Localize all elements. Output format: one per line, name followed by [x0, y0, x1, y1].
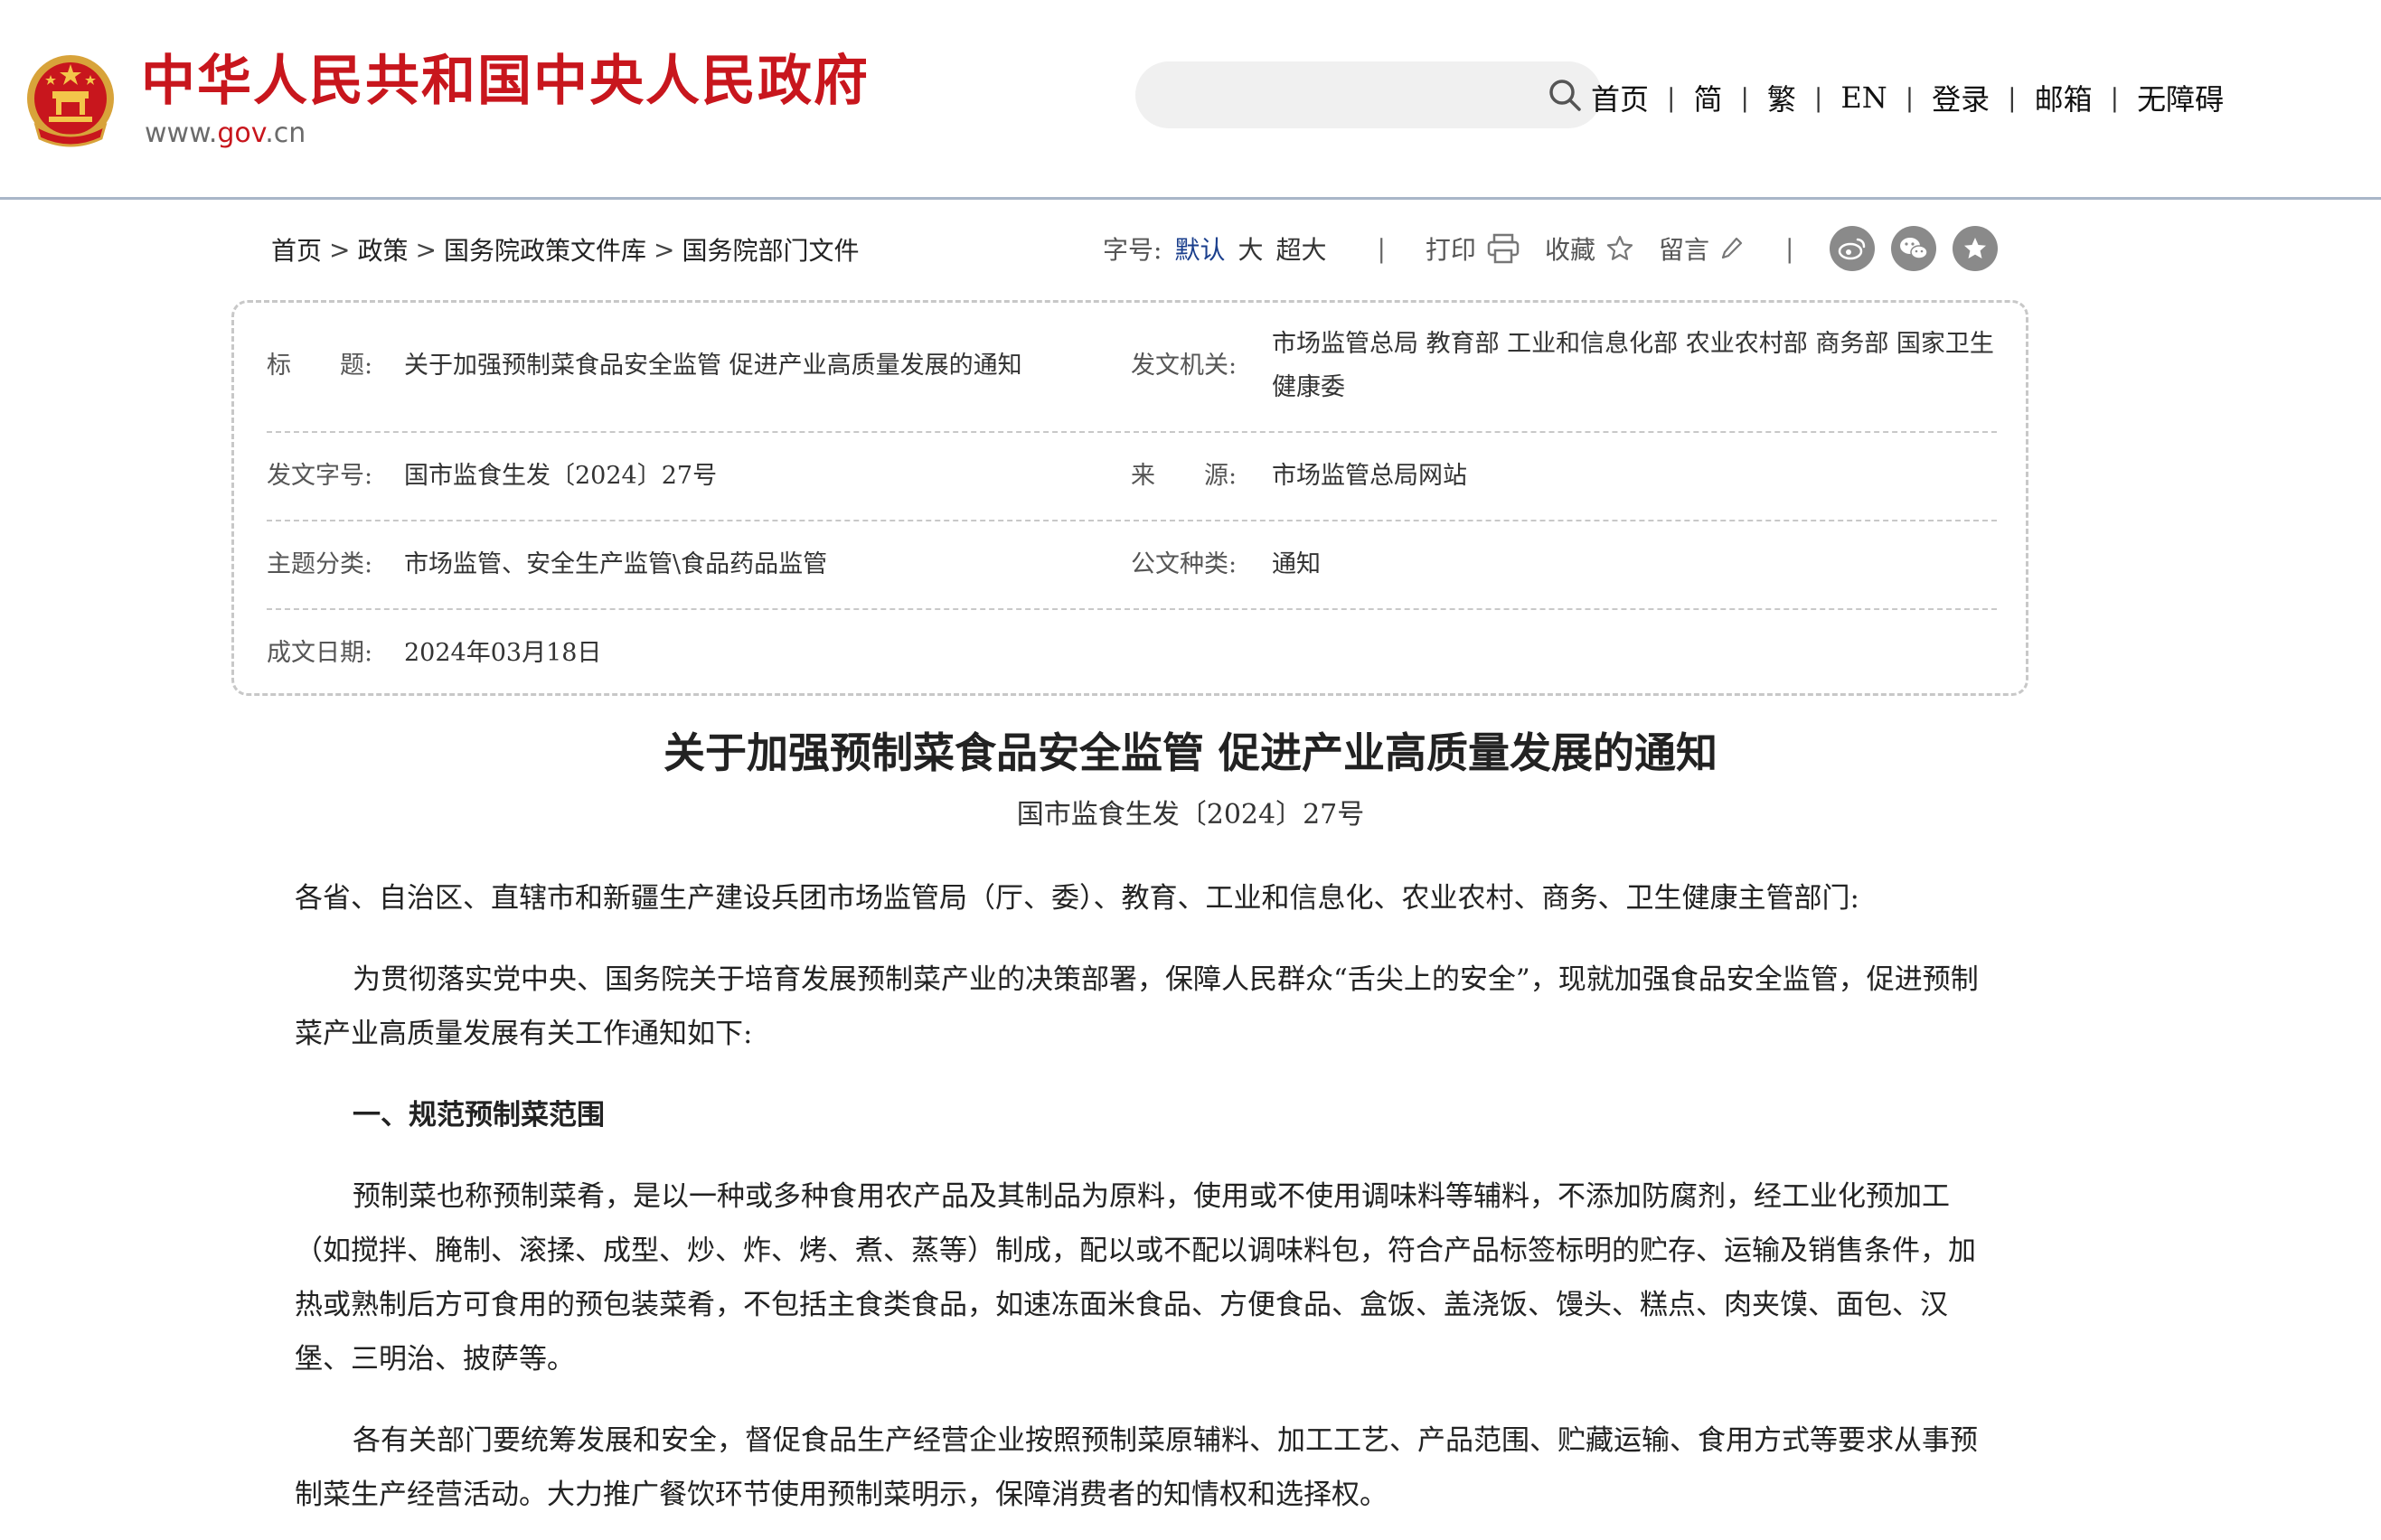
nav-accessibility[interactable]: 无障碍	[2137, 77, 2224, 118]
source-value: 市场监管总局网站	[1272, 462, 1467, 490]
comment-label: 留言	[1658, 235, 1709, 265]
national-emblem-icon[interactable]	[24, 52, 118, 151]
nav-english[interactable]: EN	[1840, 80, 1887, 115]
font-size-default[interactable]: 默认	[1174, 230, 1225, 267]
breadcrumb-separator: >	[653, 234, 675, 265]
date-value: 2024年03月18日	[404, 639, 602, 667]
issuer-value: 市场监管总局 教育部 工业和信息化部 农业农村部 商务部 国家卫生健康委	[1272, 330, 1994, 401]
font-size-large[interactable]: 大	[1238, 230, 1263, 267]
title-label: 标 题:	[267, 352, 373, 380]
breadcrumb-separator: >	[329, 234, 351, 265]
nav-separator: |	[1905, 82, 1915, 113]
wechat-icon[interactable]	[1891, 226, 1937, 271]
info-row-topic: 主题分类: 市场监管、安全生产监管\食品药品监管 公文种类: 通知	[267, 521, 1997, 610]
nav-login[interactable]: 登录	[1932, 77, 1990, 118]
toolbar-separator: |	[1784, 233, 1794, 264]
favorite-button[interactable]: 收藏	[1545, 230, 1633, 267]
site-header: 中华人民共和国中央人民政府 www.gov.cn 首页 | 简 | 繁 | EN…	[0, 0, 2381, 200]
search-icon[interactable]	[1548, 78, 1582, 112]
article-paragraph-2: 预制菜也称预制菜肴，是以一种或多种食用农产品及其制品为原料，使用或不使用调味料等…	[295, 1180, 1976, 1376]
info-row-date: 成文日期: 2024年03月18日	[267, 610, 1997, 693]
comment-button[interactable]: 留言	[1659, 230, 1744, 267]
pen-icon	[1721, 237, 1743, 259]
wechat-glyph	[1900, 238, 1929, 259]
star-share-icon[interactable]	[1953, 226, 1999, 271]
nav-separator: |	[1740, 82, 1749, 113]
nav-separator: |	[2008, 82, 2017, 113]
doc-type-value: 通知	[1272, 550, 1321, 578]
site-name[interactable]: 中华人民共和国中央人民政府	[141, 45, 870, 117]
article-toolbar: 字号: 默认 大 超大 | 打印 收藏 留言 |	[1103, 226, 2014, 271]
weibo-icon[interactable]	[1830, 226, 1876, 271]
top-nav: 首页 | 简 | 繁 | EN | 登录 | 邮箱 | 无障碍	[1591, 78, 2224, 117]
weibo-glyph	[1839, 238, 1866, 260]
info-row-title: 标 题: 关于加强预制菜食品安全监管 促进产业高质量发展的通知 发文机关: 市场…	[267, 303, 1997, 433]
title-value: 关于加强预制菜食品安全监管 促进产业高质量发展的通知	[404, 352, 1022, 380]
domain-suffix: .cn	[265, 117, 306, 149]
star-share-glyph	[1964, 238, 1987, 258]
printer-icon	[1487, 233, 1520, 264]
info-row-doc-number: 发文字号: 国市监食生发〔2024〕27号 来 源: 市场监管总局网站	[267, 433, 1997, 521]
article-doc-number: 国市监食生发〔2024〕27号	[1016, 799, 1365, 831]
print-label: 打印	[1425, 235, 1476, 265]
doc-number-label: 发文字号:	[267, 462, 373, 490]
doc-type-label: 公文种类:	[1131, 550, 1238, 578]
source-label: 来 源:	[1131, 462, 1238, 490]
breadcrumb-separator: >	[415, 234, 437, 265]
domain-prefix: www.	[145, 117, 218, 149]
site-domain: www.gov.cn	[145, 116, 306, 152]
article-paragraph-1: 为贯彻落实党中央、国务院关于培育发展预制菜产业的决策部署，保障人民群众“舌尖上的…	[295, 963, 1979, 1050]
nav-traditional[interactable]: 繁	[1767, 77, 1796, 118]
breadcrumb-department-docs[interactable]: 国务院部门文件	[682, 231, 859, 268]
breadcrumb-policy[interactable]: 政策	[357, 231, 408, 268]
article-addressee: 各省、自治区、直辖市和新疆生产建设兵团市场监管局（厅、委）、教育、工业和信息化、…	[295, 882, 1859, 915]
favorite-label: 收藏	[1544, 235, 1595, 265]
print-button[interactable]: 打印	[1426, 230, 1520, 267]
toolbar-separator: |	[1377, 233, 1386, 264]
nav-home[interactable]: 首页	[1591, 77, 1649, 118]
search-box[interactable]	[1135, 61, 1602, 128]
breadcrumb: 首页 > 政策 > 国务院政策文件库 > 国务院部门文件	[271, 230, 859, 269]
nav-mailbox[interactable]: 邮箱	[2035, 77, 2093, 118]
article-title: 关于加强预制菜食品安全监管 促进产业高质量发展的通知	[663, 728, 1718, 777]
nav-simplified[interactable]: 简	[1693, 77, 1722, 118]
nav-separator: |	[1667, 82, 1676, 113]
document-info-box: 标 题: 关于加强预制菜食品安全监管 促进产业高质量发展的通知 发文机关: 市场…	[231, 300, 2028, 696]
doc-number-value: 国市监食生发〔2024〕27号	[404, 462, 718, 490]
date-label: 成文日期:	[267, 639, 373, 667]
topic-label: 主题分类:	[267, 550, 373, 578]
font-size-xlarge[interactable]: 超大	[1275, 230, 1326, 267]
article-section-heading-1: 一、规范预制菜范围	[353, 1099, 605, 1132]
breadcrumb-home[interactable]: 首页	[271, 231, 322, 268]
font-size-label: 字号:	[1103, 235, 1162, 265]
breadcrumb-policy-library[interactable]: 国务院政策文件库	[444, 231, 646, 268]
topic-value: 市场监管、安全生产监管\食品药品监管	[404, 550, 828, 578]
domain-gov: gov	[217, 117, 266, 149]
article-paragraph-3: 各有关部门要统筹发展和安全，督促食品生产经营企业按照预制菜原辅料、加工工艺、产品…	[295, 1424, 1978, 1511]
nav-separator: |	[2110, 82, 2120, 113]
star-icon	[1606, 235, 1633, 260]
nav-separator: |	[1813, 82, 1823, 113]
issuer-label: 发文机关:	[1131, 352, 1238, 380]
